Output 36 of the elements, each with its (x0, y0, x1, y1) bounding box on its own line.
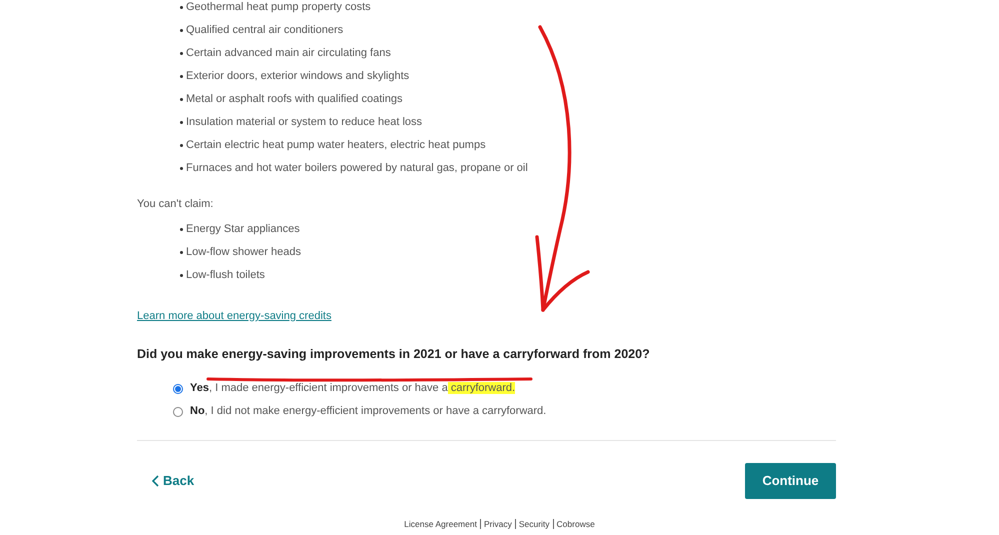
bullet-icon (180, 6, 183, 9)
radio-button[interactable] (173, 406, 183, 416)
footer-link[interactable]: Privacy (484, 518, 512, 531)
list-item: Metal or asphalt roofs with qualified coatings (186, 92, 402, 107)
list-item: Geothermal heat pump property costs (186, 0, 371, 15)
question-heading: Did you make energy-saving improvements in 2021 or have a carryforward from 2020? (137, 346, 651, 363)
footer-link[interactable]: Cobrowse (556, 518, 595, 531)
list-item: Low-flush toilets (186, 268, 265, 283)
bullet-icon (180, 75, 183, 78)
bullet-icon (180, 167, 183, 170)
bullet-icon (180, 121, 183, 124)
radio-button[interactable] (173, 384, 183, 394)
bullet-icon (180, 228, 183, 231)
option-label: No, I did not make energy-efficient improvements or have a carryforward. (190, 404, 546, 419)
list-item: Furnaces and hot water boilers powered by natural gas, propane or oil (186, 161, 528, 176)
back-button[interactable]: Back (152, 471, 194, 491)
bullet-icon (180, 274, 183, 277)
bullet-icon (180, 251, 183, 254)
list-item: Low-flow shower heads (186, 245, 301, 260)
list-item: Insulation material or system to reduce heat loss (186, 115, 422, 130)
list-item: Energy Star appliances (186, 222, 300, 237)
footer-link[interactable]: Security (518, 518, 550, 531)
bullet-icon (180, 98, 183, 101)
chevron-left-icon (152, 475, 159, 487)
bullet-icon (180, 29, 183, 32)
list-item: Certain electric heat pump water heaters, electric heat pumps (186, 138, 486, 153)
list-item: Qualified central air conditioners (186, 23, 344, 38)
learn-more-link[interactable]: Learn more about energy-saving credits (137, 310, 332, 322)
continue-button[interactable]: Continue (745, 463, 836, 499)
list-item: Exterior doors, exterior windows and skylights (186, 69, 410, 84)
section-label: You can't claim: (137, 197, 214, 212)
list-item: Certain advanced main air circulating fans (186, 46, 391, 61)
footer-link[interactable]: License Agreement (404, 518, 477, 531)
option-label: Yes, I made energy-efficient improvements or have a carryforward. (190, 381, 516, 396)
bullet-icon (180, 52, 183, 55)
bullet-icon (180, 144, 183, 147)
